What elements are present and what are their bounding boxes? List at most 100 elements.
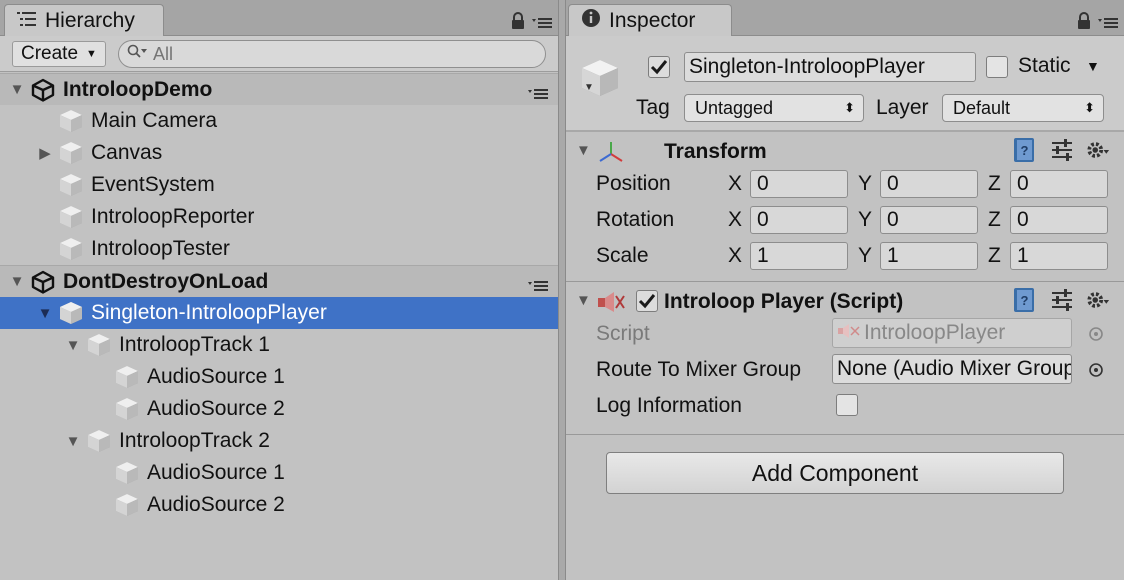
object-picker-icon[interactable] (1088, 324, 1104, 348)
gameobject-icon-dropdown[interactable]: ▼ (584, 82, 594, 93)
gameobject-icon (576, 54, 624, 108)
expand-arrow-placeholder (36, 208, 54, 226)
hierarchy-tab-bar: Hierarchy (0, 0, 558, 37)
gameobject-cube-icon (114, 396, 140, 422)
position-x-label[interactable]: X (728, 172, 742, 196)
position-x-field[interactable]: 0 (750, 170, 848, 198)
static-checkbox[interactable] (986, 56, 1008, 78)
expand-arrow-closed-icon[interactable]: ▶ (36, 144, 54, 162)
hierarchy-row-label: Main Camera (91, 109, 218, 132)
scale-x-label[interactable]: X (728, 244, 742, 268)
hierarchy-row[interactable]: AudioSource 2 (0, 393, 558, 425)
scene-menu-icon[interactable] (528, 275, 548, 299)
hierarchy-row[interactable]: ▶ Canvas (0, 137, 558, 169)
rotation-y-field[interactable]: 0 (880, 206, 978, 234)
expand-arrow-open-icon[interactable]: ▼ (8, 81, 26, 99)
gameobject-cube-icon (58, 236, 84, 262)
gameobject-cube-icon (114, 460, 140, 486)
script-component-header[interactable]: ▼ Introloop Player (Script) ? (566, 284, 1124, 320)
create-button[interactable]: Create ▼ (12, 41, 106, 67)
rotation-z-label[interactable]: Z (988, 208, 1001, 232)
rotation-x-label[interactable]: X (728, 208, 742, 232)
lock-icon[interactable] (510, 12, 526, 36)
search-input[interactable] (153, 43, 533, 65)
mixer-label: Route To Mixer Group (596, 358, 802, 381)
layer-dropdown[interactable]: Default ⬍ (942, 94, 1104, 122)
expand-arrow-open-icon[interactable]: ▼ (36, 304, 54, 322)
hierarchy-row-label: IntroloopReporter (91, 205, 255, 228)
rotation-z-field[interactable]: 0 (1010, 206, 1108, 234)
scene-menu-icon[interactable] (528, 83, 548, 107)
layer-label: Layer (876, 96, 929, 119)
scale-z-label[interactable]: Z (988, 244, 1001, 268)
static-dropdown-icon[interactable]: ▼ (1086, 58, 1100, 74)
hierarchy-row-label: DontDestroyOnLoad (63, 269, 269, 293)
hierarchy-row[interactable]: IntroloopTester (0, 233, 558, 265)
hierarchy-row[interactable]: Main Camera (0, 105, 558, 137)
hierarchy-row[interactable]: AudioSource 1 (0, 361, 558, 393)
scale-y-field[interactable]: 1 (880, 242, 978, 270)
panel-menu-icon[interactable] (532, 12, 552, 36)
collapse-arrow-icon[interactable]: ▼ (576, 292, 591, 309)
dropdown-arrow-icon: ▼ (86, 48, 97, 60)
hierarchy-row[interactable]: EventSystem (0, 169, 558, 201)
help-book-icon[interactable]: ? (1012, 138, 1036, 162)
position-y-field[interactable]: 0 (880, 170, 978, 198)
expand-arrow-open-icon[interactable]: ▼ (64, 432, 82, 450)
gear-icon[interactable] (1086, 288, 1110, 312)
inspector-tab-label: Inspector (609, 9, 696, 32)
tag-dropdown[interactable]: Untagged ⬍ (684, 94, 864, 122)
hierarchy-scene-row[interactable]: ▼ IntroloopDemo (0, 73, 558, 105)
object-picker-icon[interactable] (1088, 360, 1104, 384)
preset-sliders-icon[interactable] (1050, 138, 1074, 162)
panel-menu-icon[interactable] (1098, 12, 1118, 36)
expand-arrow-placeholder (92, 400, 110, 418)
hierarchy-row[interactable]: AudioSource 1 (0, 457, 558, 489)
transform-header[interactable]: ▼ Transform ? (566, 134, 1124, 170)
hierarchy-search[interactable] (118, 40, 546, 68)
log-information-checkbox[interactable] (836, 394, 858, 416)
add-component-button[interactable]: Add Component (606, 452, 1064, 494)
hierarchy-row-label: IntroloopTester (91, 237, 230, 260)
tab-inspector[interactable]: Inspector (568, 4, 732, 37)
gameobject-header: ▼ Singleton-IntroloopPlayer Static ▼ Tag… (566, 36, 1124, 130)
expand-arrow-placeholder (92, 464, 110, 482)
script-enabled-toggle[interactable] (636, 290, 658, 312)
hierarchy-tab-menu[interactable] (510, 12, 552, 36)
hierarchy-row[interactable]: AudioSource 2 (0, 489, 558, 521)
rotation-y-label[interactable]: Y (858, 208, 872, 232)
rotation-x-field[interactable]: 0 (750, 206, 848, 234)
expand-arrow-placeholder (36, 176, 54, 194)
hierarchy-row[interactable]: ▼ Singleton-IntroloopPlayer (0, 297, 558, 329)
hierarchy-row[interactable]: ▼ IntroloopTrack 2 (0, 425, 558, 457)
transform-title: Transform (664, 140, 767, 163)
scale-x-field[interactable]: 1 (750, 242, 848, 270)
lock-icon[interactable] (1076, 12, 1092, 36)
hierarchy-row[interactable]: ▼ IntroloopTrack 1 (0, 329, 558, 361)
expand-arrow-open-icon[interactable]: ▼ (64, 336, 82, 354)
gear-icon[interactable] (1086, 138, 1110, 162)
position-z-field[interactable]: 0 (1010, 170, 1108, 198)
panel-divider[interactable] (558, 0, 566, 580)
position-y-label[interactable]: Y (858, 172, 872, 196)
collapse-arrow-icon[interactable]: ▼ (576, 142, 591, 159)
tab-hierarchy[interactable]: Hierarchy (4, 4, 164, 37)
inspector-panel: Inspector ▼ Singleton-IntroloopPlayer St… (566, 0, 1124, 580)
component-separator (566, 281, 1124, 282)
position-z-label[interactable]: Z (988, 172, 1001, 196)
active-toggle[interactable] (648, 56, 670, 78)
preset-sliders-icon[interactable] (1050, 288, 1074, 312)
expand-arrow-placeholder (36, 112, 54, 130)
scale-z-field[interactable]: 1 (1010, 242, 1108, 270)
hierarchy-scene-row[interactable]: ▼ DontDestroyOnLoad (0, 265, 558, 297)
updown-arrow-icon: ⬍ (844, 100, 855, 115)
scale-y-label[interactable]: Y (858, 244, 872, 268)
expand-arrow-open-icon[interactable]: ▼ (8, 273, 26, 291)
gameobject-cube-icon (86, 428, 112, 454)
mixer-field[interactable]: None (Audio Mixer Group) (832, 354, 1072, 384)
hierarchy-row[interactable]: IntroloopReporter (0, 201, 558, 233)
script-file-icon (837, 319, 861, 347)
object-name-field[interactable]: Singleton-IntroloopPlayer (684, 52, 976, 82)
help-book-icon[interactable]: ? (1012, 288, 1036, 312)
inspector-tab-menu[interactable] (1076, 12, 1118, 36)
